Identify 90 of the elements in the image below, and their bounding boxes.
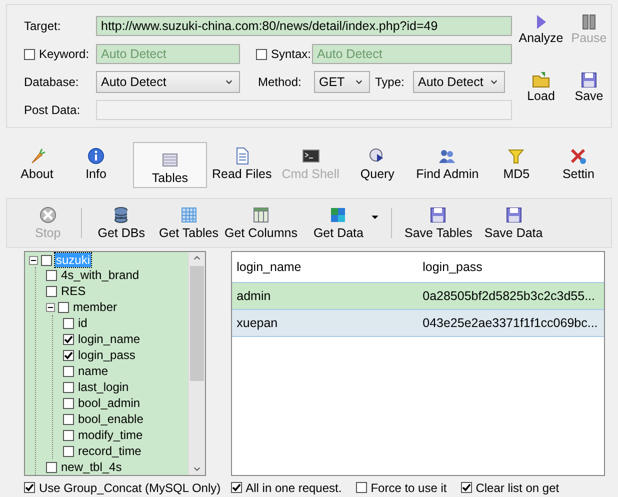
toolbar-button[interactable]: Get DBs bbox=[88, 206, 155, 240]
checkbox[interactable] bbox=[63, 334, 74, 344]
column-header[interactable]: login_pass bbox=[422, 260, 604, 274]
checkbox[interactable] bbox=[230, 482, 242, 493]
field-label: Method: bbox=[258, 75, 302, 89]
toolbar-button[interactable]: Get Columns bbox=[222, 206, 300, 240]
dropdown[interactable]: Auto Detect bbox=[413, 71, 505, 93]
field-label: Post Data: bbox=[24, 103, 82, 117]
checkbox[interactable] bbox=[46, 286, 57, 296]
checkbox[interactable] bbox=[46, 270, 57, 280]
checkbox[interactable] bbox=[356, 482, 367, 493]
toolbar-button[interactable]: Analyze bbox=[516, 13, 566, 63]
checkbox-label: Force to use it bbox=[370, 480, 447, 494]
toolbar-button[interactable]: Save Data bbox=[478, 206, 549, 240]
toolbar-button[interactable]: Get Data bbox=[299, 206, 366, 240]
target-field[interactable]: http://www.suzuki-china.com:80/news/detail/index.php?id=49 bbox=[96, 16, 512, 36]
dropdown[interactable]: GET bbox=[314, 71, 370, 93]
post-data-field[interactable] bbox=[96, 100, 512, 120]
tree-item[interactable]: modify_time bbox=[77, 428, 144, 442]
tree-item[interactable]: id bbox=[77, 316, 88, 330]
collapse-icon[interactable] bbox=[46, 302, 55, 312]
tree-item[interactable]: bool_admin bbox=[77, 396, 142, 410]
grid-icon bbox=[180, 206, 198, 224]
tree-item[interactable]: 4s_with_brand bbox=[60, 268, 140, 282]
checkbox-label: Keyword: bbox=[39, 47, 90, 61]
column-header[interactable]: login_name bbox=[232, 260, 423, 274]
table-cell-text: xuepan bbox=[236, 316, 279, 330]
tools-icon bbox=[569, 147, 588, 165]
database-icon bbox=[112, 206, 130, 224]
checkbox[interactable] bbox=[46, 462, 57, 472]
toolbar-button[interactable]: Load bbox=[516, 71, 566, 121]
info-icon bbox=[87, 147, 105, 165]
collapse-icon[interactable] bbox=[29, 256, 38, 264]
checkbox[interactable] bbox=[63, 430, 74, 440]
tree-item[interactable]: last_login bbox=[77, 380, 130, 394]
pause-icon bbox=[580, 13, 598, 31]
tree-item[interactable]: new_tbl_4s bbox=[60, 460, 123, 474]
field-label: Target: bbox=[24, 19, 62, 33]
checkbox[interactable] bbox=[63, 366, 74, 376]
field-label: Type: bbox=[375, 75, 406, 89]
tab[interactable]: Find Admin bbox=[410, 142, 484, 184]
tab[interactable]: Query bbox=[344, 142, 410, 184]
table-cell-text: admin bbox=[236, 289, 272, 303]
tree-item[interactable]: RES bbox=[60, 284, 87, 298]
table-icon bbox=[161, 151, 179, 169]
checkbox[interactable] bbox=[63, 318, 74, 328]
tree-item[interactable]: record_time bbox=[77, 444, 142, 458]
scrollbar[interactable] bbox=[188, 252, 205, 475]
terminal-icon bbox=[302, 147, 320, 165]
funnel-icon bbox=[507, 147, 526, 165]
checkbox[interactable] bbox=[63, 382, 74, 392]
tab[interactable]: Read Files bbox=[207, 142, 277, 184]
tab[interactable]: MD5 bbox=[484, 142, 548, 184]
table-row[interactable]: xuepan 043e25e2ae3371f1f1cc069bc... bbox=[232, 310, 604, 337]
tab[interactable]: About bbox=[15, 142, 59, 184]
checkbox-label: All in one request. bbox=[246, 480, 342, 494]
tree-item[interactable]: member bbox=[72, 300, 118, 314]
checkbox-label: Clear list on get bbox=[476, 480, 560, 494]
people-icon bbox=[438, 147, 456, 165]
checkbox[interactable] bbox=[63, 350, 74, 360]
tab[interactable]: Tables bbox=[133, 142, 207, 188]
toolbar-button[interactable]: Save Tables bbox=[398, 206, 478, 240]
toolbar-button[interactable]: Save bbox=[566, 71, 612, 121]
table-row[interactable]: admin 0a28505bf2d5825b3c2c3d55... bbox=[232, 283, 604, 310]
checkbox[interactable] bbox=[24, 48, 35, 60]
tree-item[interactable]: name bbox=[77, 364, 110, 378]
folder-icon bbox=[532, 71, 550, 89]
table-cell-text: 0a28505bf2d5825b3c2c3d55... bbox=[422, 289, 596, 303]
checkbox-label: Syntax: bbox=[271, 47, 312, 61]
checkbox[interactable] bbox=[63, 446, 74, 456]
tab[interactable]: Info bbox=[59, 142, 133, 184]
checkbox[interactable] bbox=[63, 398, 74, 408]
checkbox[interactable] bbox=[41, 254, 52, 266]
stop-icon bbox=[38, 206, 57, 224]
checkbox[interactable] bbox=[460, 482, 472, 493]
toolbar-button[interactable]: Get Tables bbox=[154, 206, 222, 240]
checkbox[interactable] bbox=[58, 302, 69, 312]
checkbox[interactable] bbox=[256, 48, 267, 60]
tree-item[interactable]: login_pass bbox=[77, 348, 136, 362]
checkbox-label: Use Group_Concat (MySQL Only) bbox=[39, 480, 221, 494]
dropdown[interactable]: Auto Detect bbox=[96, 71, 240, 93]
blocks-icon bbox=[329, 206, 348, 224]
field-label: Database: bbox=[24, 75, 80, 89]
table-cell-text: 043e25e2ae3371f1f1cc069bc... bbox=[422, 316, 599, 330]
tree-item[interactable]: login_name bbox=[77, 332, 142, 346]
columns-icon bbox=[252, 206, 270, 224]
tree-item[interactable]: bool_enable bbox=[77, 412, 144, 426]
tab[interactable]: Settin bbox=[548, 142, 608, 184]
checkbox[interactable] bbox=[63, 414, 74, 424]
checkbox[interactable] bbox=[24, 482, 35, 493]
